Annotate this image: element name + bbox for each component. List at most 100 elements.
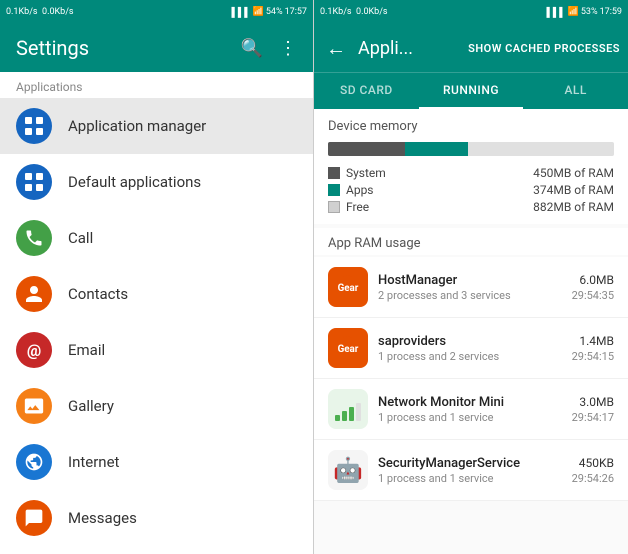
legend-value-system: 450MB of RAM [533, 166, 614, 180]
host-manager-stats: 6.0MB 29:54:35 [572, 273, 614, 302]
applications-section-label: Applications [0, 72, 313, 98]
default-apps-label: Default applications [68, 173, 201, 191]
status-icons-right: ▌▌▌ 📶 53% 17:59 [547, 7, 623, 18]
menu-item-splanner[interactable]: S Planner [0, 546, 313, 554]
menu-item-contacts[interactable]: Contacts [0, 266, 313, 322]
legend-value-free: 882MB of RAM [533, 200, 614, 214]
android-icon: 🤖 [333, 456, 363, 484]
email-label: Email [68, 341, 105, 359]
messages-icon [16, 500, 52, 536]
back-button[interactable]: ← [322, 32, 350, 65]
signal-icon: ▌▌▌ [232, 7, 251, 18]
app-manager-label: Application manager [68, 117, 206, 135]
network-monitor-icon [328, 389, 368, 429]
network-monitor-stats: 3.0MB 29:54:17 [572, 395, 614, 424]
network-monitor-name: Network Monitor Mini [378, 395, 572, 410]
legend-label-free: Free [346, 200, 527, 214]
svg-text:Gear: Gear [338, 283, 359, 294]
internet-icon [16, 444, 52, 480]
messages-label: Messages [68, 509, 137, 527]
memory-bar-apps [405, 142, 468, 156]
tab-sd-card[interactable]: SD CARD [314, 73, 419, 109]
host-manager-size: 6.0MB [572, 273, 614, 287]
saproviders-stats: 1.4MB 29:54:15 [572, 334, 614, 363]
menu-item-internet[interactable]: Internet [0, 434, 313, 490]
legend-dot-free [328, 201, 340, 213]
memory-bar [328, 142, 614, 156]
menu-list: Application manager Default applications… [0, 98, 313, 554]
left-panel: 0.1Kb/s 0.0Kb/s ▌▌▌ 📶 54% 17:57 Settings… [0, 0, 314, 554]
legend-system: System 450MB of RAM [328, 166, 614, 180]
legend-free: Free 882MB of RAM [328, 200, 614, 214]
settings-title: Settings [16, 36, 89, 60]
device-memory-section: Device memory System 450MB of RAM Apps 3… [314, 109, 628, 224]
legend-value-apps: 374MB of RAM [533, 183, 614, 197]
security-manager-size: 450KB [572, 456, 614, 470]
legend-label-apps: Apps [346, 183, 527, 197]
status-icons-left: ▌▌▌ 📶 54% 17:57 [232, 7, 308, 18]
security-manager-icon: 🤖 [328, 450, 368, 490]
app-ram-section: App RAM usage [314, 228, 628, 255]
default-apps-icon [16, 164, 52, 200]
app-item-host-manager[interactable]: Gear HostManager 2 processes and 3 servi… [314, 257, 628, 318]
security-manager-stats: 450KB 29:54:26 [572, 456, 614, 485]
bar1 [335, 415, 340, 421]
right-panel: 0.1Kb/s 0.0Kb/s ▌▌▌ 📶 53% 17:59 ← Appli.… [314, 0, 628, 554]
memory-legend: System 450MB of RAM Apps 374MB of RAM Fr… [328, 166, 614, 214]
tab-running[interactable]: RUNNING [419, 73, 524, 109]
menu-item-email[interactable]: @ Email [0, 322, 313, 378]
search-icon[interactable]: 🔍 [241, 38, 263, 59]
gallery-icon [16, 388, 52, 424]
right-panel-title: Appli... [358, 38, 460, 59]
app-item-security-manager[interactable]: 🤖 SecurityManagerService 1 process and 1… [314, 440, 628, 501]
legend-label-system: System [346, 166, 527, 180]
tab-all[interactable]: ALL [523, 73, 628, 109]
call-icon [16, 220, 52, 256]
legend-dot-apps [328, 184, 340, 196]
saproviders-icon: Gear [328, 328, 368, 368]
more-icon[interactable]: ⋮ [279, 38, 297, 59]
saproviders-info: saproviders 1 process and 2 services [378, 334, 572, 363]
battery-right: 53% [581, 7, 598, 17]
app-item-network-monitor[interactable]: Network Monitor Mini 1 process and 1 ser… [314, 379, 628, 440]
battery-left: 54% [266, 7, 283, 17]
menu-item-call[interactable]: Call [0, 210, 313, 266]
app-ram-title: App RAM usage [328, 236, 614, 251]
security-manager-time: 29:54:26 [572, 472, 614, 485]
bar4 [356, 403, 361, 421]
gallery-label: Gallery [68, 397, 114, 415]
email-icon: @ [16, 332, 52, 368]
toolbar-right: ← Appli... SHOW CACHED PROCESSES [314, 24, 628, 72]
menu-item-gallery[interactable]: Gallery [0, 378, 313, 434]
tabs-bar: SD CARD RUNNING ALL [314, 72, 628, 109]
network-speed-right: 0.1Kb/s 0.0Kb/s [320, 7, 388, 17]
saproviders-name: saproviders [378, 334, 572, 349]
app-list: Gear HostManager 2 processes and 3 servi… [314, 257, 628, 501]
internet-label: Internet [68, 453, 119, 471]
time-left: 17:57 [285, 7, 307, 17]
network-speed-left: 0.1Kb/s 0.0Kb/s [6, 7, 74, 17]
app-item-saproviders[interactable]: Gear saproviders 1 process and 2 service… [314, 318, 628, 379]
security-manager-name: SecurityManagerService [378, 456, 572, 471]
host-manager-processes: 2 processes and 3 services [378, 289, 572, 302]
show-cached-button[interactable]: SHOW CACHED PROCESSES [468, 42, 620, 55]
call-label: Call [68, 229, 93, 247]
menu-item-messages[interactable]: Messages [0, 490, 313, 546]
network-monitor-info: Network Monitor Mini 1 process and 1 ser… [378, 395, 572, 424]
host-manager-time: 29:54:35 [572, 289, 614, 302]
status-bar-left: 0.1Kb/s 0.0Kb/s ▌▌▌ 📶 54% 17:57 [0, 0, 313, 24]
menu-item-default-apps[interactable]: Default applications [0, 154, 313, 210]
contacts-icon [16, 276, 52, 312]
legend-apps: Apps 374MB of RAM [328, 183, 614, 197]
toolbar-left: Settings 🔍 ⋮ [0, 24, 313, 72]
host-manager-info: HostManager 2 processes and 3 services [378, 273, 572, 302]
content-area: Device memory System 450MB of RAM Apps 3… [314, 109, 628, 554]
saproviders-size: 1.4MB [572, 334, 614, 348]
menu-item-app-manager[interactable]: Application manager [0, 98, 313, 154]
memory-bar-system [328, 142, 405, 156]
wifi-icon: 📶 [253, 7, 264, 17]
contacts-label: Contacts [68, 285, 128, 303]
security-manager-info: SecurityManagerService 1 process and 1 s… [378, 456, 572, 485]
bar2 [342, 411, 347, 421]
device-memory-title: Device memory [328, 119, 614, 134]
